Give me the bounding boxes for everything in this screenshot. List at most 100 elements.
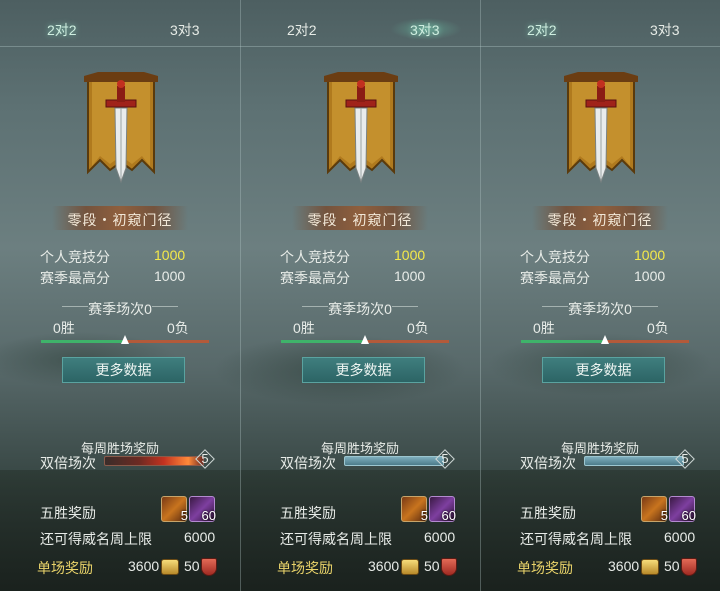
rank-title: 零段・初窥门径 — [307, 212, 413, 228]
losses-count: 0负 — [647, 320, 669, 336]
season-matches: 赛季场次0 — [88, 301, 152, 317]
season-high-label: 赛季最高分 — [40, 270, 110, 286]
single-shield-value: 50 — [424, 558, 440, 574]
double-matches-count: 5 — [676, 450, 694, 468]
sword-banner-icon — [84, 72, 158, 184]
wins-count: 0胜 — [293, 320, 315, 336]
double-matches-count: 5 — [196, 450, 214, 468]
win-loss-bar — [41, 335, 209, 344]
double-matches-label: 双倍场次 — [40, 455, 96, 471]
treasure-chest-icon[interactable]: 5 — [641, 496, 668, 523]
win-loss-bar — [521, 335, 689, 344]
personal-score-value: 1000 — [394, 247, 426, 263]
chest-count: 5 — [180, 508, 188, 523]
double-matches-count: 5 — [436, 450, 454, 468]
coin-icon — [641, 559, 659, 575]
losses-count: 0负 — [167, 320, 189, 336]
weekly-limit-label: 还可得威名周上限 — [520, 531, 632, 547]
chest-count: 5 — [420, 508, 428, 523]
season-high-label: 赛季最高分 — [520, 270, 590, 286]
more-data-button[interactable]: 更多数据 — [542, 357, 665, 383]
double-matches-label: 双倍场次 — [280, 455, 336, 471]
five-win-label: 五胜奖励 — [40, 505, 96, 521]
single-reward-label: 单场奖励 — [277, 560, 333, 576]
more-data-button[interactable]: 更多数据 — [302, 357, 425, 383]
double-matches-bar — [344, 456, 444, 466]
ratio-marker-icon — [601, 335, 609, 344]
season-high-label: 赛季最高分 — [280, 270, 350, 286]
single-coin-value: 3600 — [608, 558, 640, 574]
tab-2v2[interactable]: 2对2 — [287, 20, 317, 40]
loss-bar — [605, 340, 689, 343]
chest-count: 5 — [660, 508, 668, 523]
arena-panel-3: 2对2 3对3 零段・初窥门径 个人竞技分 1000 赛季最高分 1000 赛季… — [480, 0, 720, 591]
purple-gem-icon[interactable]: 60 — [669, 496, 696, 523]
season-matches: 赛季场次0 — [568, 301, 632, 317]
gem-count: 60 — [441, 508, 456, 523]
weekly-limit-value: 6000 — [184, 529, 216, 545]
double-matches-label: 双倍场次 — [520, 455, 576, 471]
single-coin-value: 3600 — [128, 558, 160, 574]
treasure-chest-icon[interactable]: 5 — [161, 496, 188, 523]
gem-count: 60 — [681, 508, 696, 523]
panel-divider — [480, 0, 481, 591]
season-high-value: 1000 — [634, 268, 666, 284]
mode-tabs: 2对2 3对3 — [480, 0, 720, 47]
personal-score-value: 1000 — [154, 247, 186, 263]
purple-gem-icon[interactable]: 60 — [429, 496, 456, 523]
coin-icon — [401, 559, 419, 575]
mode-tabs: 2对2 3对3 — [240, 0, 480, 47]
tab-2v2[interactable]: 2对2 — [47, 20, 77, 40]
single-shield-value: 50 — [664, 558, 680, 574]
win-bar — [281, 340, 365, 343]
loss-bar — [365, 340, 449, 343]
weekly-limit-label: 还可得威名周上限 — [40, 531, 152, 547]
personal-score-label: 个人竞技分 — [280, 249, 350, 265]
season-high-value: 1000 — [154, 268, 186, 284]
loss-bar — [125, 340, 209, 343]
five-win-label: 五胜奖励 — [280, 505, 336, 521]
purple-gem-icon[interactable]: 60 — [189, 496, 216, 523]
treasure-chest-icon[interactable]: 5 — [401, 496, 428, 523]
season-matches: 赛季场次0 — [328, 301, 392, 317]
panel-divider — [240, 0, 241, 591]
tab-3v3[interactable]: 3对3 — [170, 20, 200, 40]
win-bar — [41, 340, 125, 343]
wins-count: 0胜 — [533, 320, 555, 336]
mode-tabs: 2对2 3对3 — [0, 0, 240, 47]
weekly-limit-value: 6000 — [424, 529, 456, 545]
tab-2v2[interactable]: 2对2 — [527, 20, 557, 40]
more-data-button[interactable]: 更多数据 — [62, 357, 185, 383]
shield-icon — [681, 558, 697, 576]
single-reward-label: 单场奖励 — [517, 560, 573, 576]
single-coin-value: 3600 — [368, 558, 400, 574]
rank-title: 零段・初窥门径 — [67, 212, 173, 228]
tab-3v3[interactable]: 3对3 — [650, 20, 680, 40]
coin-icon — [161, 559, 179, 575]
ratio-marker-icon — [121, 335, 129, 344]
losses-count: 0负 — [407, 320, 429, 336]
double-matches-bar — [104, 456, 204, 466]
shield-icon — [201, 558, 217, 576]
win-bar — [521, 340, 605, 343]
personal-score-label: 个人竞技分 — [520, 249, 590, 265]
sword-banner-icon — [324, 72, 398, 184]
double-matches-bar — [584, 456, 684, 466]
gem-count: 60 — [201, 508, 216, 523]
arena-panel-1: 2对2 3对3 零段・初窥门径 个人竞技分 1000 赛季最高分 1000 赛季… — [0, 0, 240, 591]
personal-score-value: 1000 — [634, 247, 666, 263]
tab-3v3[interactable]: 3对3 — [410, 20, 440, 40]
win-loss-bar — [281, 335, 449, 344]
ratio-marker-icon — [361, 335, 369, 344]
season-high-value: 1000 — [394, 268, 426, 284]
sword-banner-icon — [564, 72, 638, 184]
rank-title: 零段・初窥门径 — [547, 212, 653, 228]
shield-icon — [441, 558, 457, 576]
personal-score-label: 个人竞技分 — [40, 249, 110, 265]
weekly-limit-label: 还可得威名周上限 — [280, 531, 392, 547]
single-shield-value: 50 — [184, 558, 200, 574]
wins-count: 0胜 — [53, 320, 75, 336]
arena-panel-2: 2对2 3对3 零段・初窥门径 个人竞技分 1000 赛季最高分 1000 赛季… — [240, 0, 480, 591]
weekly-limit-value: 6000 — [664, 529, 696, 545]
single-reward-label: 单场奖励 — [37, 560, 93, 576]
